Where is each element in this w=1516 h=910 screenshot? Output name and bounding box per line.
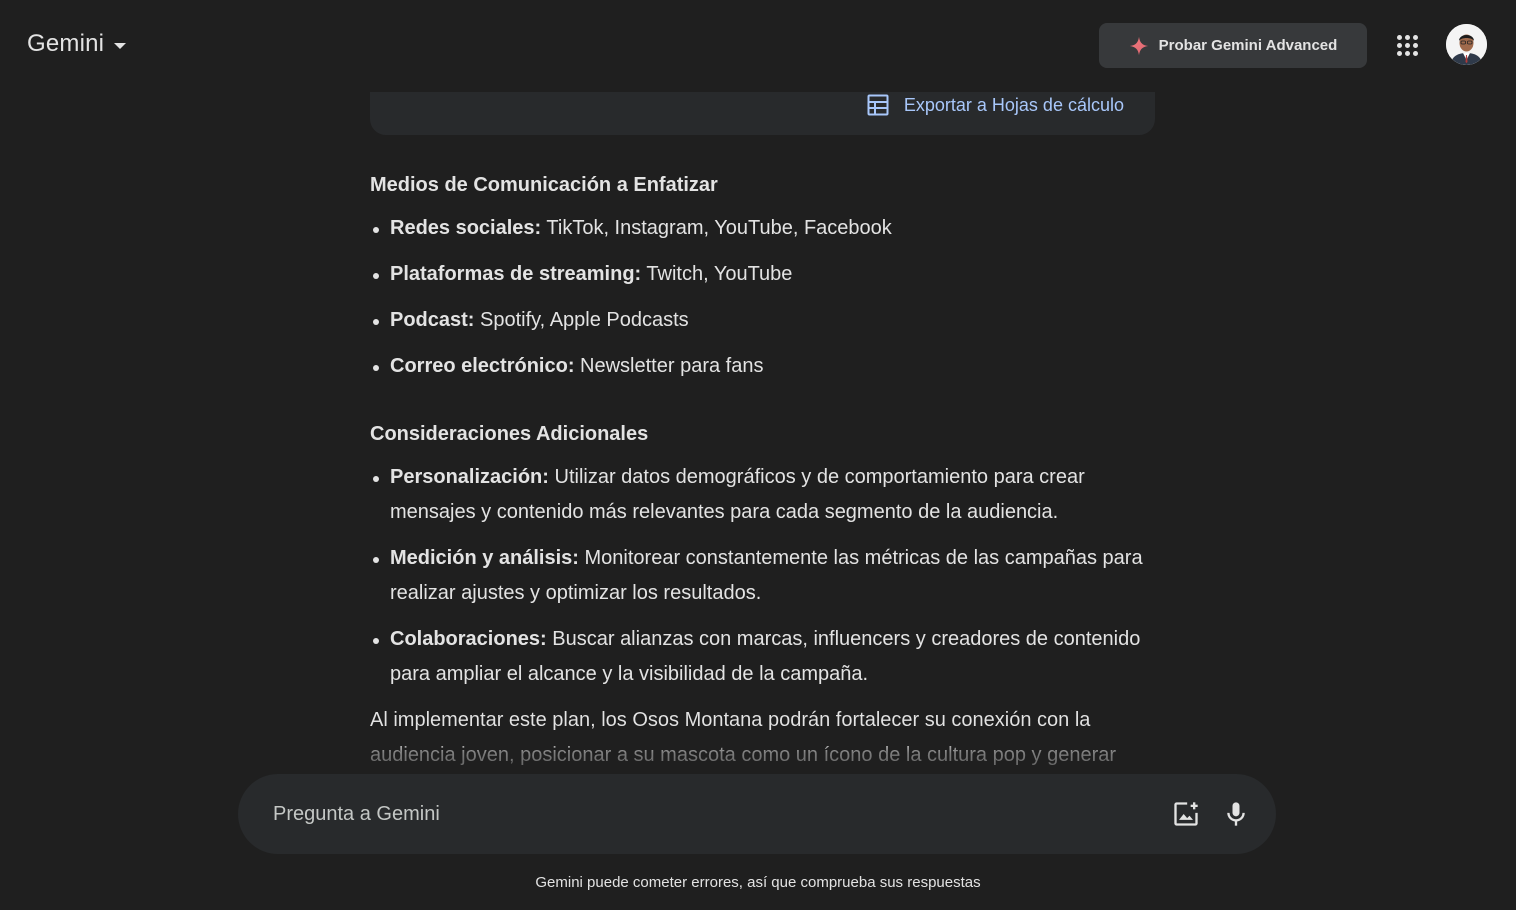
considerations-list: Personalización: Utilizar datos demográf… — [370, 460, 1160, 703]
export-to-sheets-link[interactable]: Exportar a Hojas de cálculo — [866, 92, 1124, 118]
model-switcher[interactable]: Gemini — [27, 30, 127, 58]
try-advanced-button[interactable]: Probar Gemini Advanced — [1099, 23, 1367, 68]
list-item: Personalización: Utilizar datos demográf… — [370, 460, 1160, 530]
user-avatar-icon — [1446, 24, 1487, 65]
table-card: Exportar a Hojas de cálculo — [370, 92, 1155, 135]
sheets-table-icon — [867, 94, 889, 116]
avatar[interactable] — [1446, 24, 1487, 65]
chevron-down-icon — [114, 42, 127, 49]
list-item: Podcast: Spotify, Apple Podcasts — [370, 303, 1160, 338]
apps-grid-icon[interactable] — [1392, 30, 1422, 60]
brand-title: Gemini — [27, 30, 105, 57]
microphone-button[interactable] — [1216, 794, 1256, 834]
list-item: Medición y análisis: Monitorear constant… — [370, 541, 1160, 611]
top-bar: Gemini Probar Gemini Advanced — [0, 0, 1516, 92]
section-heading: Medios de Comunicación a Enfatizar — [370, 174, 718, 196]
list-item: Colaboraciones: Buscar alianzas con marc… — [370, 622, 1160, 692]
section-heading: Consideraciones Adicionales — [370, 423, 649, 445]
prompt-input[interactable] — [271, 801, 1166, 827]
disclaimer-text: Gemini puede cometer errores, así que co… — [535, 874, 981, 891]
try-advanced-label: Probar Gemini Advanced — [1158, 37, 1338, 54]
list-item: Plataformas de streaming: Twitch, YouTub… — [370, 257, 1160, 292]
add-image-button[interactable] — [1166, 794, 1206, 834]
export-label: Exportar a Hojas de cálculo — [903, 94, 1124, 115]
closing-paragraph: Al implementar este plan, los Osos Monta… — [370, 703, 1155, 773]
prompt-bar — [238, 774, 1276, 854]
add-image-icon — [1174, 802, 1198, 826]
sparkle-icon — [1129, 36, 1148, 55]
microphone-icon — [1227, 802, 1245, 826]
list-item: Correo electrónico: Newsletter para fans — [370, 349, 1160, 384]
list-item: Redes sociales: TikTok, Instagram, YouTu… — [370, 211, 1160, 246]
media-list: Redes sociales: TikTok, Instagram, YouTu… — [370, 211, 1160, 395]
